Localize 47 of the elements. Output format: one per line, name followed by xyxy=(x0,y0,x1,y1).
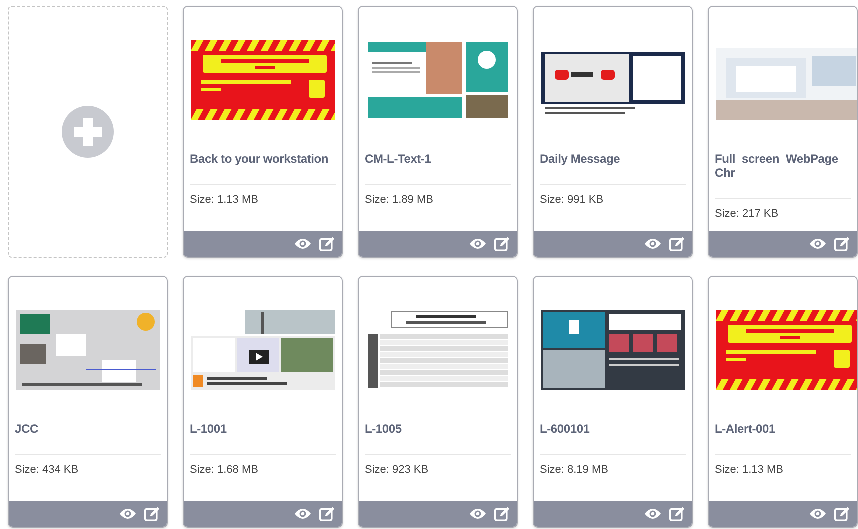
template-card[interactable]: L-1005 Size: 923 KB xyxy=(358,276,518,528)
card-title: JCC xyxy=(15,422,40,436)
template-card[interactable]: Back to your workstation Size: 1.13 MB xyxy=(183,6,343,258)
eye-icon[interactable] xyxy=(469,506,487,522)
eye-icon[interactable] xyxy=(809,236,827,252)
template-card[interactable]: Daily Message Size: 991 KB xyxy=(533,6,693,258)
edit-icon[interactable] xyxy=(318,506,336,522)
card-title: L-Alert-001 xyxy=(715,422,776,436)
template-card[interactable]: Full_screen_WebPage_Chr Size: 217 KB xyxy=(708,6,858,258)
edit-icon[interactable] xyxy=(493,236,511,252)
plus-icon xyxy=(62,106,114,158)
file-size: Size: 1.68 MB xyxy=(190,464,260,476)
file-size: Size: 1.13 MB xyxy=(190,194,260,206)
file-size: Size: 1.89 MB xyxy=(365,194,434,206)
edit-icon[interactable] xyxy=(493,506,511,522)
eye-icon[interactable] xyxy=(809,506,827,522)
edit-icon[interactable] xyxy=(143,506,161,522)
file-size: Size: 434 KB xyxy=(15,464,80,476)
card-title: L-1005 xyxy=(365,422,403,436)
edit-icon[interactable] xyxy=(318,236,336,252)
card-title: L-1001 xyxy=(190,422,228,436)
card-title: Back to your workstation xyxy=(190,152,330,166)
card-title: L-600101 xyxy=(540,422,591,436)
template-card[interactable]: L-600101 Size: 8.19 MB xyxy=(533,276,693,528)
file-size: Size: 923 KB xyxy=(365,464,430,476)
edit-icon[interactable] xyxy=(668,506,686,522)
template-card[interactable]: JCC Size: 434 KB xyxy=(8,276,168,528)
file-size: Size: 217 KB xyxy=(715,208,780,220)
eye-icon[interactable] xyxy=(644,236,662,252)
card-title: Daily Message xyxy=(540,152,622,166)
eye-icon[interactable] xyxy=(294,236,312,252)
eye-icon[interactable] xyxy=(644,506,662,522)
card-title: CM-L-Text-1 xyxy=(365,152,432,166)
eye-icon[interactable] xyxy=(294,506,312,522)
add-card[interactable] xyxy=(8,6,168,258)
template-card[interactable]: CM-L-Text-1 Size: 1.89 MB xyxy=(358,6,518,258)
file-size: Size: 991 KB xyxy=(540,194,605,206)
eye-icon[interactable] xyxy=(119,506,137,522)
edit-icon[interactable] xyxy=(668,236,686,252)
eye-icon[interactable] xyxy=(469,236,487,252)
template-card[interactable]: L-Alert-001 Size: 1.13 MB xyxy=(708,276,858,528)
file-size: Size: 8.19 MB xyxy=(540,464,610,476)
file-size: Size: 1.13 MB xyxy=(715,464,784,476)
card-title: Full_screen_WebPage_Chr xyxy=(715,152,846,180)
template-card[interactable]: L-1001 Size: 1.68 MB xyxy=(183,276,343,528)
edit-icon[interactable] xyxy=(833,506,851,522)
edit-icon[interactable] xyxy=(833,236,851,252)
